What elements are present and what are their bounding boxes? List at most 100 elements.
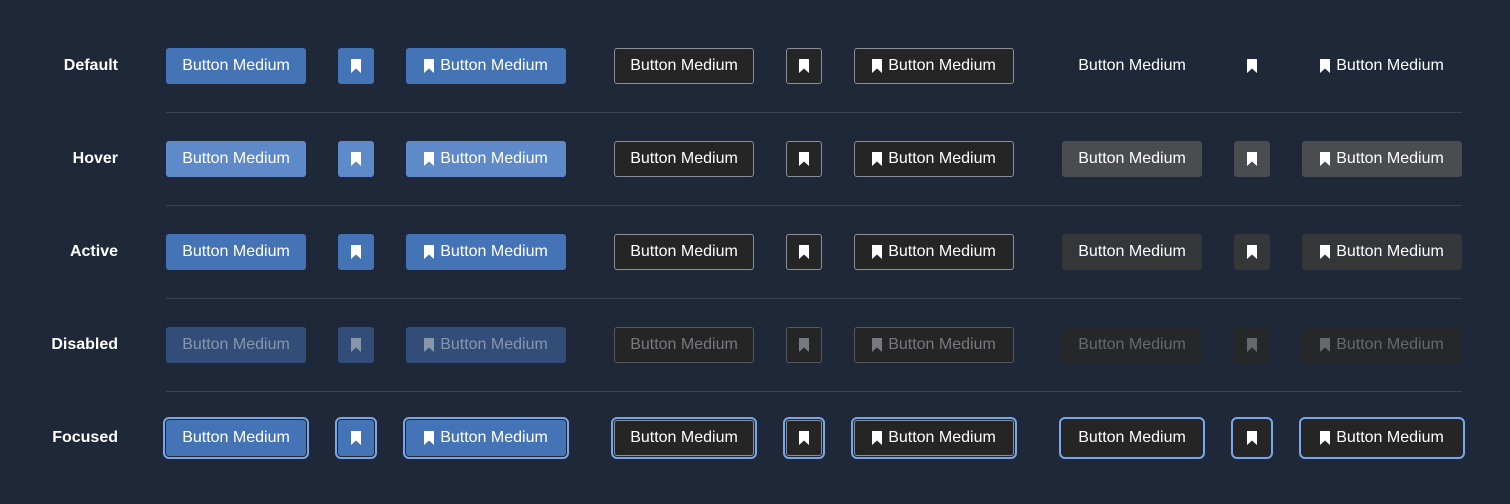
tertiary-text-button-disabled: Button Medium <box>1062 327 1202 363</box>
button-label: Button Medium <box>888 243 996 260</box>
button-label: Button Medium <box>1078 243 1186 260</box>
secondary-text-button-disabled: Button Medium <box>614 327 754 363</box>
tertiary-icon-text-button-hover[interactable]: Button Medium <box>1302 141 1462 177</box>
secondary-icon-button-disabled <box>786 327 822 363</box>
secondary-icon-button-focused[interactable] <box>783 417 825 459</box>
secondary-icon-button-hover[interactable] <box>786 141 822 177</box>
button-label: Button Medium <box>440 336 548 353</box>
secondary-icon-text-button-disabled: Button Medium <box>854 327 1014 363</box>
tertiary-icon-text-button-focused[interactable]: Button Medium <box>1299 417 1465 459</box>
state-label-hover: Hover <box>72 150 118 167</box>
bookmark-icon <box>872 338 883 352</box>
row-divider <box>166 112 1462 113</box>
button-label: Button Medium <box>630 429 738 446</box>
button-label: Button Medium <box>1336 336 1444 353</box>
secondary-text-button-focused[interactable]: Button Medium <box>611 417 757 459</box>
secondary-icon-text-button-active[interactable]: Button Medium <box>854 234 1014 270</box>
row-divider <box>166 205 1462 206</box>
bookmark-icon <box>424 338 435 352</box>
bookmark-icon <box>1320 245 1331 259</box>
button-label: Button Medium <box>182 57 290 74</box>
secondary-text-button-hover[interactable]: Button Medium <box>614 141 754 177</box>
bookmark-icon <box>1320 431 1331 445</box>
bookmark-icon <box>1247 338 1257 352</box>
primary-icon-button-hover[interactable] <box>338 141 374 177</box>
bookmark-icon <box>424 59 435 73</box>
row-focused: Focused Button Medium Button Medium Butt… <box>0 417 1510 459</box>
state-label-default: Default <box>63 57 118 74</box>
tertiary-icon-button-hover[interactable] <box>1234 141 1270 177</box>
bookmark-icon <box>799 431 809 445</box>
secondary-icon-text-button-default[interactable]: Button Medium <box>854 48 1014 84</box>
tertiary-text-button-active[interactable]: Button Medium <box>1062 234 1202 270</box>
primary-icon-text-button-hover[interactable]: Button Medium <box>406 141 566 177</box>
bookmark-icon <box>872 152 883 166</box>
button-label: Button Medium <box>182 429 290 446</box>
bookmark-icon <box>351 152 361 166</box>
tertiary-text-button-hover[interactable]: Button Medium <box>1062 141 1202 177</box>
secondary-icon-text-button-hover[interactable]: Button Medium <box>854 141 1014 177</box>
secondary-icon-text-button-focused[interactable]: Button Medium <box>851 417 1017 459</box>
button-label: Button Medium <box>1078 429 1186 446</box>
tertiary-icon-button-active[interactable] <box>1234 234 1270 270</box>
bookmark-icon <box>1320 338 1331 352</box>
button-label: Button Medium <box>1078 57 1186 74</box>
button-label: Button Medium <box>1336 429 1444 446</box>
secondary-icon-button-default[interactable] <box>786 48 822 84</box>
primary-icon-text-button-focused[interactable]: Button Medium <box>403 417 569 459</box>
bookmark-icon <box>351 245 361 259</box>
button-label: Button Medium <box>630 336 738 353</box>
bookmark-icon <box>424 431 435 445</box>
bookmark-icon <box>1320 59 1331 73</box>
tertiary-icon-button-focused[interactable] <box>1231 417 1273 459</box>
secondary-text-button-active[interactable]: Button Medium <box>614 234 754 270</box>
button-label: Button Medium <box>440 429 548 446</box>
button-label: Button Medium <box>440 150 548 167</box>
button-label: Button Medium <box>630 150 738 167</box>
row-hover: Hover Button Medium Button Medium Button… <box>0 141 1510 177</box>
button-label: Button Medium <box>888 150 996 167</box>
bookmark-icon <box>1320 152 1331 166</box>
button-label: Button Medium <box>182 150 290 167</box>
primary-icon-button-active[interactable] <box>338 234 374 270</box>
bookmark-icon <box>872 431 883 445</box>
primary-icon-button-disabled <box>338 327 374 363</box>
secondary-text-button-default[interactable]: Button Medium <box>614 48 754 84</box>
state-label-focused: Focused <box>52 429 118 446</box>
primary-icon-button-focused[interactable] <box>335 417 377 459</box>
button-label: Button Medium <box>888 336 996 353</box>
primary-icon-text-button-default[interactable]: Button Medium <box>406 48 566 84</box>
tertiary-icon-button-default[interactable] <box>1234 48 1270 84</box>
tertiary-icon-text-button-default[interactable]: Button Medium <box>1302 48 1462 84</box>
button-label: Button Medium <box>630 243 738 260</box>
button-label: Button Medium <box>1336 57 1444 74</box>
bookmark-icon <box>799 245 809 259</box>
bookmark-icon <box>799 152 809 166</box>
tertiary-text-button-focused[interactable]: Button Medium <box>1059 417 1205 459</box>
button-label: Button Medium <box>1336 150 1444 167</box>
row-divider <box>166 391 1462 392</box>
tertiary-icon-text-button-disabled: Button Medium <box>1302 327 1462 363</box>
primary-text-button-active[interactable]: Button Medium <box>166 234 306 270</box>
bookmark-icon <box>1247 245 1257 259</box>
primary-text-button-hover[interactable]: Button Medium <box>166 141 306 177</box>
button-label: Button Medium <box>888 429 996 446</box>
bookmark-icon <box>872 245 883 259</box>
primary-icon-text-button-disabled: Button Medium <box>406 327 566 363</box>
tertiary-icon-text-button-active[interactable]: Button Medium <box>1302 234 1462 270</box>
row-divider <box>166 298 1462 299</box>
button-label: Button Medium <box>1336 243 1444 260</box>
button-label: Button Medium <box>888 57 996 74</box>
primary-icon-text-button-active[interactable]: Button Medium <box>406 234 566 270</box>
bookmark-icon <box>351 431 361 445</box>
primary-text-button-default[interactable]: Button Medium <box>166 48 306 84</box>
tertiary-text-button-default[interactable]: Button Medium <box>1062 48 1202 84</box>
row-disabled: Disabled Button Medium Button Medium But… <box>0 327 1510 363</box>
bookmark-icon <box>351 59 361 73</box>
button-label: Button Medium <box>182 243 290 260</box>
primary-text-button-focused[interactable]: Button Medium <box>163 417 309 459</box>
secondary-icon-button-active[interactable] <box>786 234 822 270</box>
bookmark-icon <box>872 59 883 73</box>
primary-icon-button-default[interactable] <box>338 48 374 84</box>
bookmark-icon <box>1247 59 1257 73</box>
